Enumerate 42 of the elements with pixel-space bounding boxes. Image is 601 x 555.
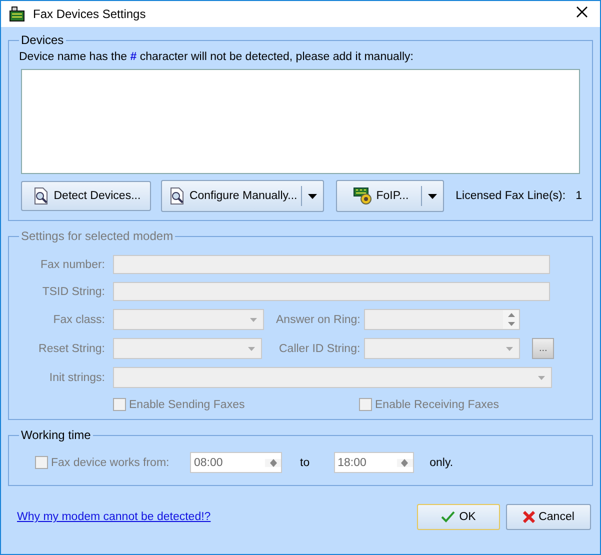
document-magnifier-icon (32, 187, 50, 205)
licensed-lines-label: Licensed Fax Line(s): (456, 190, 566, 202)
close-icon (576, 6, 588, 18)
window-title: Fax Devices Settings (33, 7, 147, 21)
detect-devices-button[interactable]: Detect Devices... (21, 181, 152, 211)
fax-modem-icon (9, 6, 25, 22)
document-magnifier-icon (168, 187, 186, 205)
split-button-main[interactable]: Configure Manually... (162, 181, 302, 211)
caret-icon (506, 346, 514, 350)
field-label: Fax number: (39, 258, 106, 270)
caret-icon (250, 318, 257, 322)
licensed-lines-value: 1 (576, 190, 582, 202)
split-button[interactable]: FoIP... (336, 180, 444, 212)
caret-icon (428, 194, 437, 198)
only-label: only. (428, 456, 454, 468)
spin-buttons[interactable] (265, 458, 281, 466)
circuit-gear-icon (353, 187, 374, 205)
field-label: Reset String: (38, 342, 106, 354)
group-title: Working time (20, 428, 92, 442)
field-label: Fax class: (52, 314, 106, 326)
field-label: Answer on Ring: (275, 314, 362, 326)
field-label: Caller ID String: (278, 342, 362, 354)
split-button-main[interactable]: FoIP... (337, 181, 421, 211)
spin-buttons[interactable] (396, 458, 413, 466)
field-label: Init strings: (48, 372, 106, 384)
cancel-button[interactable]: Cancel (506, 504, 591, 530)
caret-icon (538, 376, 545, 380)
time-spinner[interactable]: 08:00 (190, 452, 282, 473)
x-icon (522, 511, 535, 523)
caret-icon (248, 346, 255, 350)
split-button[interactable]: Configure Manually... (161, 180, 324, 212)
help-link[interactable]: Why my modem cannot be detected!? (17, 511, 417, 523)
device-note: Device name has the # character will not be detected, please add it manually: (19, 51, 414, 63)
caret-icon (308, 194, 318, 198)
device-list[interactable] (21, 69, 580, 174)
group-title: Devices (20, 33, 65, 47)
to-label: to (299, 456, 311, 468)
checkmark-icon (441, 511, 456, 523)
ok-button[interactable]: OK (417, 504, 500, 530)
group-title: Settings for selected modem (20, 229, 174, 243)
field-label: TSID String: (41, 286, 106, 298)
time-spinner[interactable]: 18:00 (334, 452, 414, 473)
